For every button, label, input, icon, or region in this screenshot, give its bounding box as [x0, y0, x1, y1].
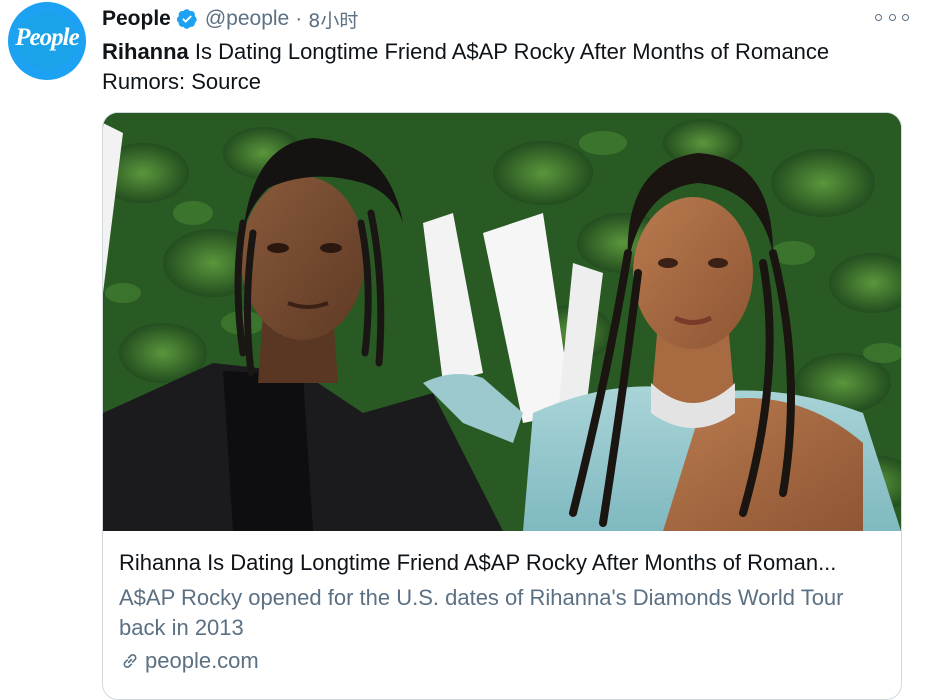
link-icon	[119, 650, 141, 672]
more-dot	[888, 13, 896, 21]
tweet-header: People @people · 8小时	[102, 4, 358, 34]
tweet-text-bold: Rihanna	[102, 39, 189, 64]
card-photo	[103, 113, 901, 531]
tweet-text-rest: Is Dating Longtime Friend A$AP Rocky Aft…	[102, 39, 830, 94]
author-name[interactable]: People	[102, 7, 171, 31]
card-domain-text: people.com	[145, 648, 259, 673]
card-image[interactable]	[103, 113, 901, 531]
avatar[interactable]: People	[8, 2, 86, 80]
more-dot	[902, 13, 909, 21]
header-separator: ·	[295, 7, 303, 30]
tweet-timestamp[interactable]: 8小时	[308, 6, 358, 33]
card-title: Rihanna Is Dating Longtime Friend A$AP R…	[119, 550, 837, 575]
more-options-icon[interactable]	[875, 7, 909, 27]
author-handle[interactable]: @people	[205, 7, 289, 31]
avatar-logo-text: People	[15, 24, 79, 51]
card-description: A$AP Rocky opened for the U.S. dates of …	[119, 585, 844, 640]
link-preview-card[interactable]: Rihanna Is Dating Longtime Friend A$AP R…	[102, 112, 902, 700]
tweet-text: Rihanna Is Dating Longtime Friend A$AP R…	[102, 37, 902, 97]
card-domain: people.com	[119, 647, 259, 675]
more-dot	[875, 13, 882, 21]
verified-badge-icon	[176, 8, 198, 30]
